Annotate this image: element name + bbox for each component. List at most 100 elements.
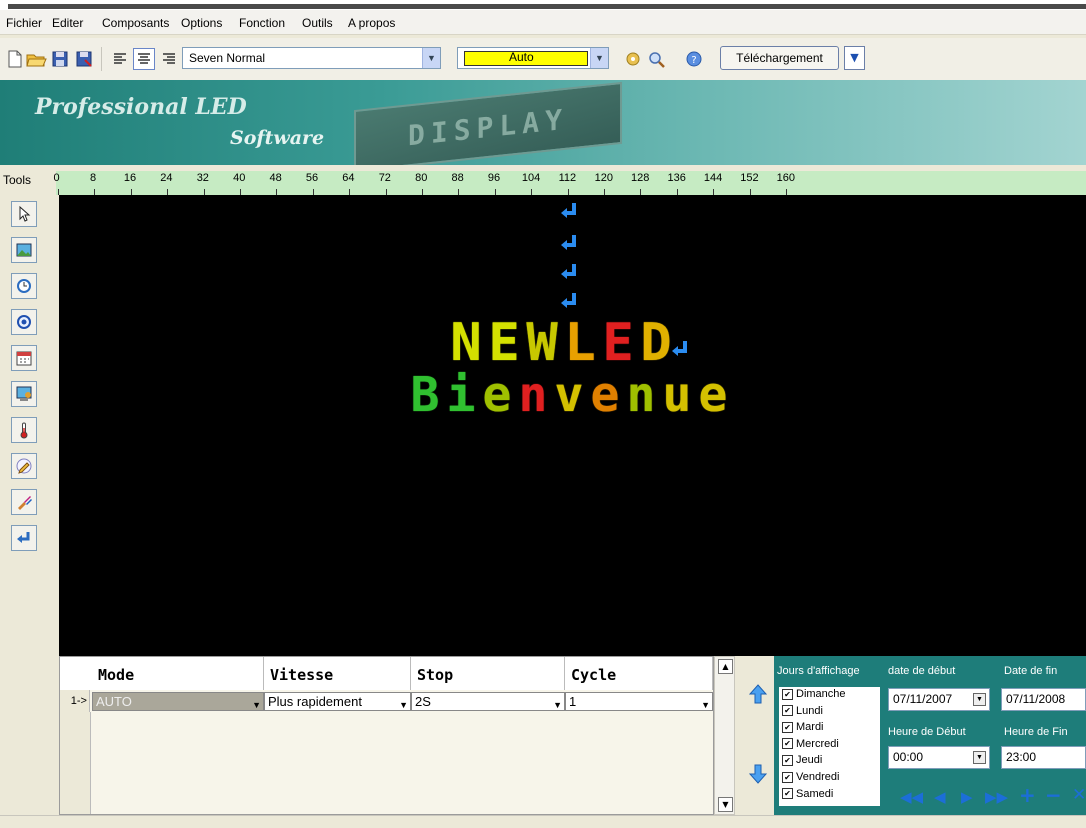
schedule-panel: Jours d'affichage date de début Date de …	[774, 656, 1086, 815]
tools-panel	[0, 195, 56, 795]
last-record-icon[interactable]: ▶▶	[985, 788, 1008, 806]
checkbox-checked-icon[interactable]: ✔	[782, 788, 793, 800]
temperature-circle-icon[interactable]	[11, 309, 37, 335]
led-character: e	[590, 367, 620, 423]
align-center-icon[interactable]	[133, 48, 155, 70]
remove-record-icon[interactable]: −	[1045, 783, 1062, 807]
menu-options[interactable]: Options	[181, 16, 222, 30]
picture-icon[interactable]	[11, 237, 37, 263]
download-button[interactable]: Téléchargement	[720, 46, 839, 70]
day-label: Vendredi	[796, 771, 840, 783]
save-icon[interactable]	[49, 48, 71, 70]
day-checkbox-mercredi[interactable]: ✔ Mercredi	[782, 738, 839, 750]
download-dropdown-button[interactable]: ▼	[844, 46, 865, 70]
move-up-arrow-icon[interactable]	[748, 684, 768, 707]
led-character: n	[626, 367, 656, 423]
checkbox-checked-icon[interactable]: ✔	[782, 771, 793, 783]
font-select[interactable]: Seven Normal ▼	[182, 47, 441, 69]
end-time-field[interactable]: 23:00	[1001, 746, 1086, 769]
toolbar: Seven Normal ▼ Auto ▼ ? Téléchargement ▼	[0, 38, 1086, 80]
chevron-down-icon: ▼	[590, 48, 608, 68]
pencil-icon[interactable]	[11, 453, 37, 479]
calendar-dropdown-icon[interactable]: ▼	[973, 693, 986, 706]
day-checkbox-vendredi[interactable]: ✔ Vendredi	[782, 771, 839, 783]
grid-scrollbar[interactable]: ▲ ▼	[714, 656, 735, 815]
menu-apropos[interactable]: A propos	[348, 16, 395, 30]
checkbox-checked-icon[interactable]: ✔	[782, 688, 793, 700]
color-select[interactable]: Auto ▼	[457, 47, 609, 69]
ruler-tick-label: 48	[269, 172, 282, 184]
help-icon[interactable]: ?	[683, 48, 705, 70]
download-button-label: Téléchargement	[736, 51, 823, 65]
pointer-icon[interactable]	[11, 201, 37, 227]
scroll-up-icon[interactable]: ▲	[718, 659, 733, 674]
led-sign-image: DISPLAY	[354, 81, 622, 165]
thermometer-icon[interactable]	[11, 417, 37, 443]
delete-record-icon[interactable]: ✕	[1072, 785, 1086, 805]
next-record-icon[interactable]: ▶	[961, 788, 973, 806]
checkbox-checked-icon[interactable]: ✔	[782, 705, 793, 717]
day-label: Mercredi	[796, 737, 839, 750]
settings-gear-icon[interactable]	[622, 48, 644, 70]
grid-header-mode[interactable]: Mode	[92, 657, 264, 690]
start-date-field[interactable]: 07/11/2007 ▼	[888, 688, 990, 711]
day-label: Samedi	[796, 787, 834, 800]
vitesse-select[interactable]: Plus rapidement ▼	[264, 692, 411, 711]
day-checkbox-jeudi[interactable]: ✔ Jeudi	[782, 754, 822, 766]
calendar-icon[interactable]	[11, 345, 37, 371]
ruler-tick-label: 112	[558, 172, 577, 184]
stop-select[interactable]: 2S ▼	[411, 692, 565, 711]
checkbox-checked-icon[interactable]: ✔	[782, 721, 793, 733]
start-date-value: 07/11/2007	[893, 692, 953, 706]
counter-icon[interactable]	[11, 381, 37, 407]
day-checkbox-mardi[interactable]: ✔ Mardi	[782, 721, 824, 733]
led-character: N	[450, 313, 482, 373]
checkbox-checked-icon[interactable]: ✔	[782, 754, 793, 766]
color-select-value: Auto	[509, 50, 534, 64]
save-as-icon[interactable]	[73, 48, 95, 70]
align-left-icon[interactable]	[109, 48, 131, 70]
day-checkbox-samedi[interactable]: ✔ Samedi	[782, 788, 833, 800]
menu-composants[interactable]: Composants	[102, 16, 169, 30]
day-label: Mardi	[796, 721, 824, 734]
menu-bar: Fichier Editer Composants Options Foncti…	[0, 10, 1086, 35]
day-checkbox-dimanche[interactable]: ✔ Dimanche	[782, 688, 846, 700]
menu-fichier[interactable]: Fichier	[6, 16, 42, 30]
return-icon[interactable]	[11, 525, 37, 551]
previous-record-icon[interactable]: ◀	[934, 788, 946, 806]
add-record-icon[interactable]: +	[1019, 783, 1036, 807]
move-down-arrow-icon[interactable]	[748, 764, 768, 787]
menu-editer[interactable]: Editer	[52, 16, 83, 30]
grid-header-stop[interactable]: Stop	[411, 657, 565, 690]
brush-icon[interactable]	[11, 489, 37, 515]
scroll-down-icon[interactable]: ▼	[718, 797, 733, 812]
return-arrow-icon	[670, 339, 692, 364]
open-folder-icon[interactable]	[25, 48, 47, 70]
led-character: E	[602, 313, 634, 373]
ruler-tick-label: 96	[487, 172, 501, 184]
start-date-label: date de début	[888, 665, 956, 677]
menu-outils[interactable]: Outils	[302, 16, 333, 30]
start-time-field[interactable]: 00:00 ▼	[888, 746, 990, 769]
day-checkbox-lundi[interactable]: ✔ Lundi	[782, 705, 823, 717]
time-dropdown-icon[interactable]: ▼	[973, 751, 986, 764]
mode-value: AUTO	[96, 694, 132, 709]
clock-icon[interactable]	[11, 273, 37, 299]
checkbox-checked-icon[interactable]: ✔	[782, 738, 793, 750]
align-right-icon[interactable]	[158, 48, 180, 70]
return-arrow-icon	[559, 201, 581, 226]
end-date-value: 07/11/2008	[1006, 692, 1066, 706]
led-display-canvas[interactable]: NEWLED Bienvenue	[59, 195, 1086, 656]
end-date-field[interactable]: 07/11/2008	[1001, 688, 1086, 711]
grid-header-cycle[interactable]: Cycle	[565, 657, 713, 690]
ruler-tick-label: 40	[233, 172, 246, 184]
grid-header-vitesse[interactable]: Vitesse	[264, 657, 411, 690]
cycle-select[interactable]: 1 ▼	[565, 692, 713, 711]
first-record-icon[interactable]: ◀◀	[900, 788, 923, 806]
mode-select[interactable]: AUTO ▼	[92, 692, 264, 711]
display-line-1: NEWLED	[447, 313, 675, 373]
menu-fonction[interactable]: Fonction	[239, 16, 285, 30]
magnifier-icon[interactable]	[645, 48, 667, 70]
chevron-down-icon: ▼	[252, 700, 261, 710]
new-file-icon[interactable]	[3, 48, 25, 70]
